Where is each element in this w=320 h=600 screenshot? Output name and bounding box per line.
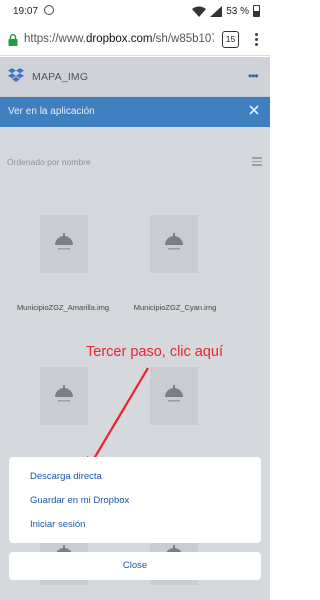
image-file-icon	[165, 233, 183, 250]
whatsapp-icon	[44, 5, 54, 15]
browser-menu-icon[interactable]	[254, 33, 258, 47]
image-file-icon	[55, 233, 73, 250]
tab-switcher-button[interactable]: 15	[222, 31, 239, 48]
file-name[interactable]: MunicipioZGZ_Amarilla.img	[8, 303, 118, 312]
file-thumbnail[interactable]	[40, 215, 88, 273]
url-path: /sh/w85b107g	[152, 33, 214, 45]
sort-row: Ordenado por nombre	[0, 153, 270, 173]
list-view-icon[interactable]	[252, 157, 262, 166]
close-icon[interactable]	[247, 103, 261, 117]
banner-text[interactable]: Ver en la aplicación	[8, 106, 95, 117]
app-header: MAPA_IMG •••	[0, 57, 270, 97]
sort-label[interactable]: Ordenado por nombre	[7, 157, 91, 167]
lock-icon	[8, 34, 18, 46]
url-domain: dropbox.com	[86, 33, 153, 45]
signal-icon	[210, 5, 223, 17]
status-time: 19:07	[13, 6, 39, 17]
file-thumbnail[interactable]	[150, 215, 198, 273]
file-thumbnail[interactable]	[40, 367, 88, 425]
folder-title: MAPA_IMG	[32, 71, 89, 83]
status-icons: 53 %	[192, 5, 260, 17]
direct-download-button[interactable]: Descarga directa	[30, 471, 102, 482]
more-options-icon[interactable]: •••	[248, 69, 259, 83]
annotation-text: Tercer paso, clic aquí	[86, 344, 224, 360]
url-text[interactable]: https://www.dropbox.com/sh/w85b107g	[24, 33, 214, 45]
close-button[interactable]: Close	[9, 552, 261, 580]
image-file-icon	[165, 385, 183, 402]
action-sheet: Descarga directa Guardar en mi Dropbox I…	[9, 457, 261, 543]
url-prefix: https://www.	[24, 33, 86, 45]
file-name[interactable]: MunicipioZGZ_Cyan.img	[120, 303, 230, 312]
status-bar: 19:07 53 %	[0, 0, 270, 24]
save-to-dropbox-button[interactable]: Guardar en mi Dropbox	[30, 495, 129, 506]
sign-in-button[interactable]: Iniciar sesión	[30, 519, 85, 530]
dropbox-logo-icon	[8, 68, 24, 82]
battery-icon	[253, 5, 260, 17]
wifi-icon	[192, 6, 207, 17]
browser-url-bar[interactable]: https://www.dropbox.com/sh/w85b107g 15	[0, 24, 270, 56]
battery-percent: 53 %	[226, 5, 249, 17]
image-file-icon	[55, 385, 73, 402]
file-thumbnail[interactable]	[150, 367, 198, 425]
open-in-app-banner[interactable]: Ver en la aplicación	[0, 97, 270, 127]
